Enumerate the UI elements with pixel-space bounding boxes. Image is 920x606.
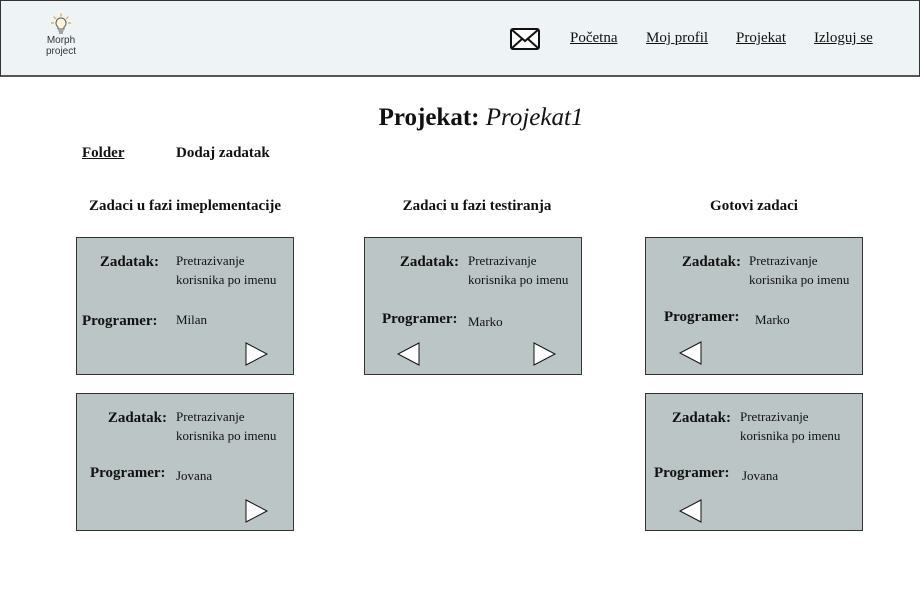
task-label: Zadatak:	[681, 254, 741, 270]
page-title: Projekat: Projekat1	[0, 104, 920, 132]
move-left-arrow-icon[interactable]	[395, 341, 421, 367]
top-header: Morph project Početna Moj profil Projeka…	[0, 0, 920, 77]
task-name-line2: korisnika po imenu	[176, 272, 277, 287]
task-label: Zadatak:	[107, 410, 167, 426]
task-name-line2: korisnika po imenu	[176, 428, 277, 443]
programmer-name: Jovana	[742, 468, 779, 483]
task-card: Zadatak: Pretrazivanje korisnika po imen…	[645, 237, 863, 375]
move-left-arrow-icon[interactable]	[677, 498, 703, 524]
add-task-button[interactable]: Dodaj zadatak	[176, 145, 270, 162]
folder-link[interactable]: Folder	[82, 145, 125, 162]
task-label: Zadatak:	[671, 410, 731, 426]
nav-home-link[interactable]: Početna	[570, 30, 617, 47]
programmer-label: Programer:	[82, 313, 158, 329]
task-card: Zadatak: Pretrazivanje korisnika po imen…	[364, 237, 582, 375]
programmer-name: Jovana	[176, 468, 213, 483]
task-label: Zadatak:	[99, 254, 159, 270]
lightbulb-icon	[50, 13, 72, 34]
programmer-label: Programer:	[90, 465, 166, 481]
logo[interactable]: Morph project	[39, 13, 83, 57]
task-name-line1: Pretrazivanje	[176, 409, 245, 424]
task-name-line1: Pretrazivanje	[749, 253, 818, 268]
logo-text-line2: project	[45, 46, 76, 57]
column-header-implementation: Zadaci u fazi imeplementacije	[88, 198, 282, 214]
move-right-arrow-icon[interactable]	[532, 341, 558, 367]
nav-logout-link[interactable]: Izloguj se	[814, 30, 873, 47]
page-title-label: Projekat:	[378, 104, 480, 131]
programmer-name: Milan	[176, 312, 208, 327]
programmer-label: Programer:	[382, 311, 458, 327]
move-left-arrow-icon[interactable]	[677, 340, 703, 366]
column-header-done: Gotovi zadaci	[710, 198, 798, 214]
task-card: Zadatak: Pretrazivanje korisnika po imen…	[76, 237, 294, 375]
nav-project-link[interactable]: Projekat	[736, 30, 786, 47]
column-header-testing: Zadaci u fazi testiranja	[402, 198, 552, 214]
programmer-name: Marko	[468, 314, 503, 329]
envelope-icon[interactable]	[510, 28, 540, 50]
move-right-arrow-icon[interactable]	[244, 498, 270, 524]
task-name-line1: Pretrazivanje	[468, 253, 537, 268]
logo-text-line1: Morph	[46, 35, 76, 46]
nav-profile-link[interactable]: Moj profil	[646, 30, 708, 47]
move-right-arrow-icon[interactable]	[244, 341, 270, 367]
programmer-label: Programer:	[654, 465, 730, 481]
task-card: Zadatak: Pretrazivanje korisnika po imen…	[645, 393, 863, 531]
task-name-line2: korisnika po imenu	[749, 272, 850, 287]
programmer-label: Programer:	[664, 309, 740, 325]
project-name: Projekat1	[485, 104, 584, 131]
task-name-line1: Pretrazivanje	[176, 253, 245, 268]
programmer-name: Marko	[755, 312, 790, 327]
task-card: Zadatak: Pretrazivanje korisnika po imen…	[76, 393, 294, 531]
task-label: Zadatak:	[399, 254, 459, 270]
task-name-line1: Pretrazivanje	[740, 409, 809, 424]
task-name-line2: korisnika po imenu	[468, 272, 569, 287]
task-name-line2: korisnika po imenu	[740, 428, 841, 443]
